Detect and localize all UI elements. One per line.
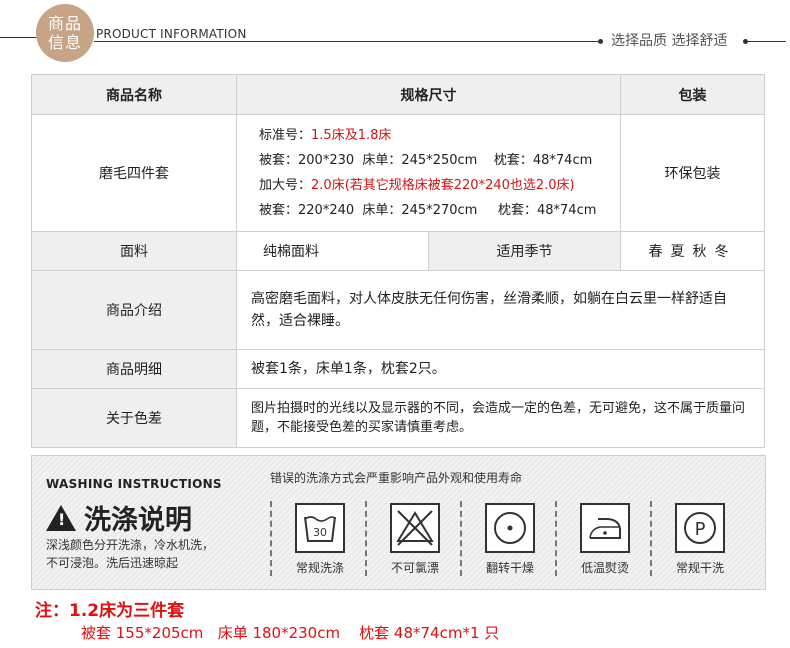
header-rule-right [748, 41, 786, 42]
table-row-product: 磨毛四件套 标准号：1.5床及1.8床 被套：200*230 床单：245*25… [31, 114, 765, 232]
packaging-value: 环保包装 [620, 114, 765, 232]
color-diff-label: 关于色差 [31, 388, 237, 448]
low-iron-icon [580, 503, 630, 553]
tumble-dry-icon [485, 503, 535, 553]
washing-warning-note: 错误的洗涤方式会严重影响产品外观和使用寿命 [270, 471, 523, 485]
note-title: 注：1.2床为三件套 [35, 601, 185, 621]
details-label: 商品明细 [31, 349, 237, 389]
table-row-color: 关于色差 图片拍摄时的光线以及显示器的不同，会造成一定的色差，无可避免，这不属于… [31, 388, 765, 448]
care-separator [365, 501, 367, 576]
fabric-value: 纯棉面料 [236, 231, 429, 271]
dry-clean-icon: P [675, 503, 725, 553]
wash-temp-text: 30 [313, 526, 327, 539]
care-item-tumble: 翻转干燥 [479, 503, 541, 576]
header-rule [94, 41, 598, 42]
washing-desc-line-1: 深浅颜色分开洗涤，冷水机洗， [46, 538, 215, 552]
care-item-wash: 30 常规洗涤 [289, 503, 351, 576]
standard-size-label: 标准号： [259, 128, 312, 143]
color-diff-value: 图片拍摄时的光线以及显示器的不同，会造成一定的色差，无可避免，这不属于质量问题，… [251, 401, 746, 435]
large-size-label: 加大号： [259, 178, 312, 193]
washing-instructions-panel: WASHING INSTRUCTIONS ! 洗涤说明 深浅颜色分开洗涤，冷水机… [31, 455, 766, 590]
header-badge: 商品 信息 [36, 4, 94, 62]
care-item-no-bleach: 不可氯漂 [384, 503, 446, 576]
care-separator [460, 501, 462, 576]
product-name: 磨毛四件套 [31, 114, 237, 232]
note-dimensions: 被套 155*205cm 床单 180*230cm 枕套 48*74cm*1 只 [81, 624, 500, 642]
header-packaging: 包装 [620, 74, 765, 115]
standard-dims: 被套：200*230 床单：245*250cm 枕套：48*74cm [259, 153, 593, 168]
washing-title-cn: 洗涤说明 [84, 505, 192, 536]
header-dot-left [598, 39, 603, 44]
large-size-value: 2.0床(若其它规格床被套220*240也选2.0床) [311, 178, 575, 193]
care-label-dry-clean: 常规干洗 [675, 561, 724, 575]
table-row-intro: 商品介绍 高密磨毛面料，对人体皮肤无任何伤害，丝滑柔顺，如躺在白云里一样舒适自然… [31, 270, 765, 350]
season-label: 适用季节 [428, 231, 621, 271]
warning-mark: ! [58, 509, 66, 529]
details-cell: 被套1条，床单1条，枕套2只。 [236, 349, 765, 389]
care-label-no-bleach: 不可氯漂 [390, 561, 439, 575]
care-label-tumble: 翻转干燥 [485, 561, 534, 575]
fabric-label: 面料 [31, 231, 237, 271]
header-slogan: 选择品质 选择舒适 [611, 33, 728, 49]
care-separator [270, 501, 272, 576]
intro-value: 高密磨毛面料，对人体皮肤无任何伤害，丝滑柔顺，如躺在白云里一样舒适自然，适合裸睡… [251, 291, 727, 329]
badge-line-1: 商品 [47, 14, 82, 33]
intro-cell: 高密磨毛面料，对人体皮肤无任何伤害，丝滑柔顺，如躺在白云里一样舒适自然，适合裸睡… [236, 270, 765, 350]
wash-30-icon: 30 [295, 503, 345, 553]
large-dims: 被套：220*240 床单：245*270cm 枕套：48*74cm [259, 203, 597, 218]
color-diff-cell: 图片拍摄时的光线以及显示器的不同，会造成一定的色差，无可避免，这不属于质量问题，… [236, 388, 765, 448]
table-row-details: 商品明细 被套1条，床单1条，枕套2只。 [31, 349, 765, 389]
no-bleach-icon [390, 503, 440, 553]
care-separator [555, 501, 557, 576]
care-label-wash: 常规洗涤 [295, 561, 344, 575]
large-size-line: 加大号：2.0床(若其它规格床被套220*240也选2.0床) [259, 173, 620, 198]
details-value: 被套1条，床单1条，枕套2只。 [251, 361, 446, 377]
table-row-fabric: 面料 纯棉面料 适用季节 春夏秋冬 [31, 231, 765, 271]
washing-title: ! 洗涤说明 [46, 498, 192, 537]
washing-description: 深浅颜色分开洗涤，冷水机洗， 不可浸泡。洗后迅速晾起 [46, 536, 214, 572]
intro-label: 商品介绍 [31, 270, 237, 350]
standard-size-line: 标准号：1.5床及1.8床 [259, 123, 620, 148]
standard-size-value: 1.5床及1.8床 [311, 128, 392, 143]
header-spec-size: 规格尺寸 [236, 74, 621, 115]
dry-clean-letter: P [695, 519, 706, 540]
care-item-dry-clean: P 常规干洗 [669, 503, 731, 576]
header-title: PRODUCT INFORMATION [96, 27, 247, 41]
care-label-iron: 低温熨烫 [580, 561, 629, 575]
size-spec-cell: 标准号：1.5床及1.8床 被套：200*230 床单：245*250cm 枕套… [236, 114, 621, 232]
header-rule-left [0, 37, 40, 38]
table-header-row: 商品名称 规格尺寸 包装 [31, 74, 765, 115]
washing-title-en: WASHING INSTRUCTIONS [46, 477, 222, 491]
care-item-iron: 低温熨烫 [574, 503, 636, 576]
header-product-name: 商品名称 [31, 74, 237, 115]
badge-line-2: 信息 [47, 33, 82, 52]
washing-desc-line-2: 不可浸泡。洗后迅速晾起 [46, 556, 179, 570]
warning-icon: ! [46, 504, 76, 531]
product-spec-table: 商品名称 规格尺寸 包装 磨毛四件套 标准号：1.5床及1.8床 被套：200*… [31, 74, 765, 448]
season-value: 春夏秋冬 [620, 231, 765, 271]
care-separator [650, 501, 652, 576]
